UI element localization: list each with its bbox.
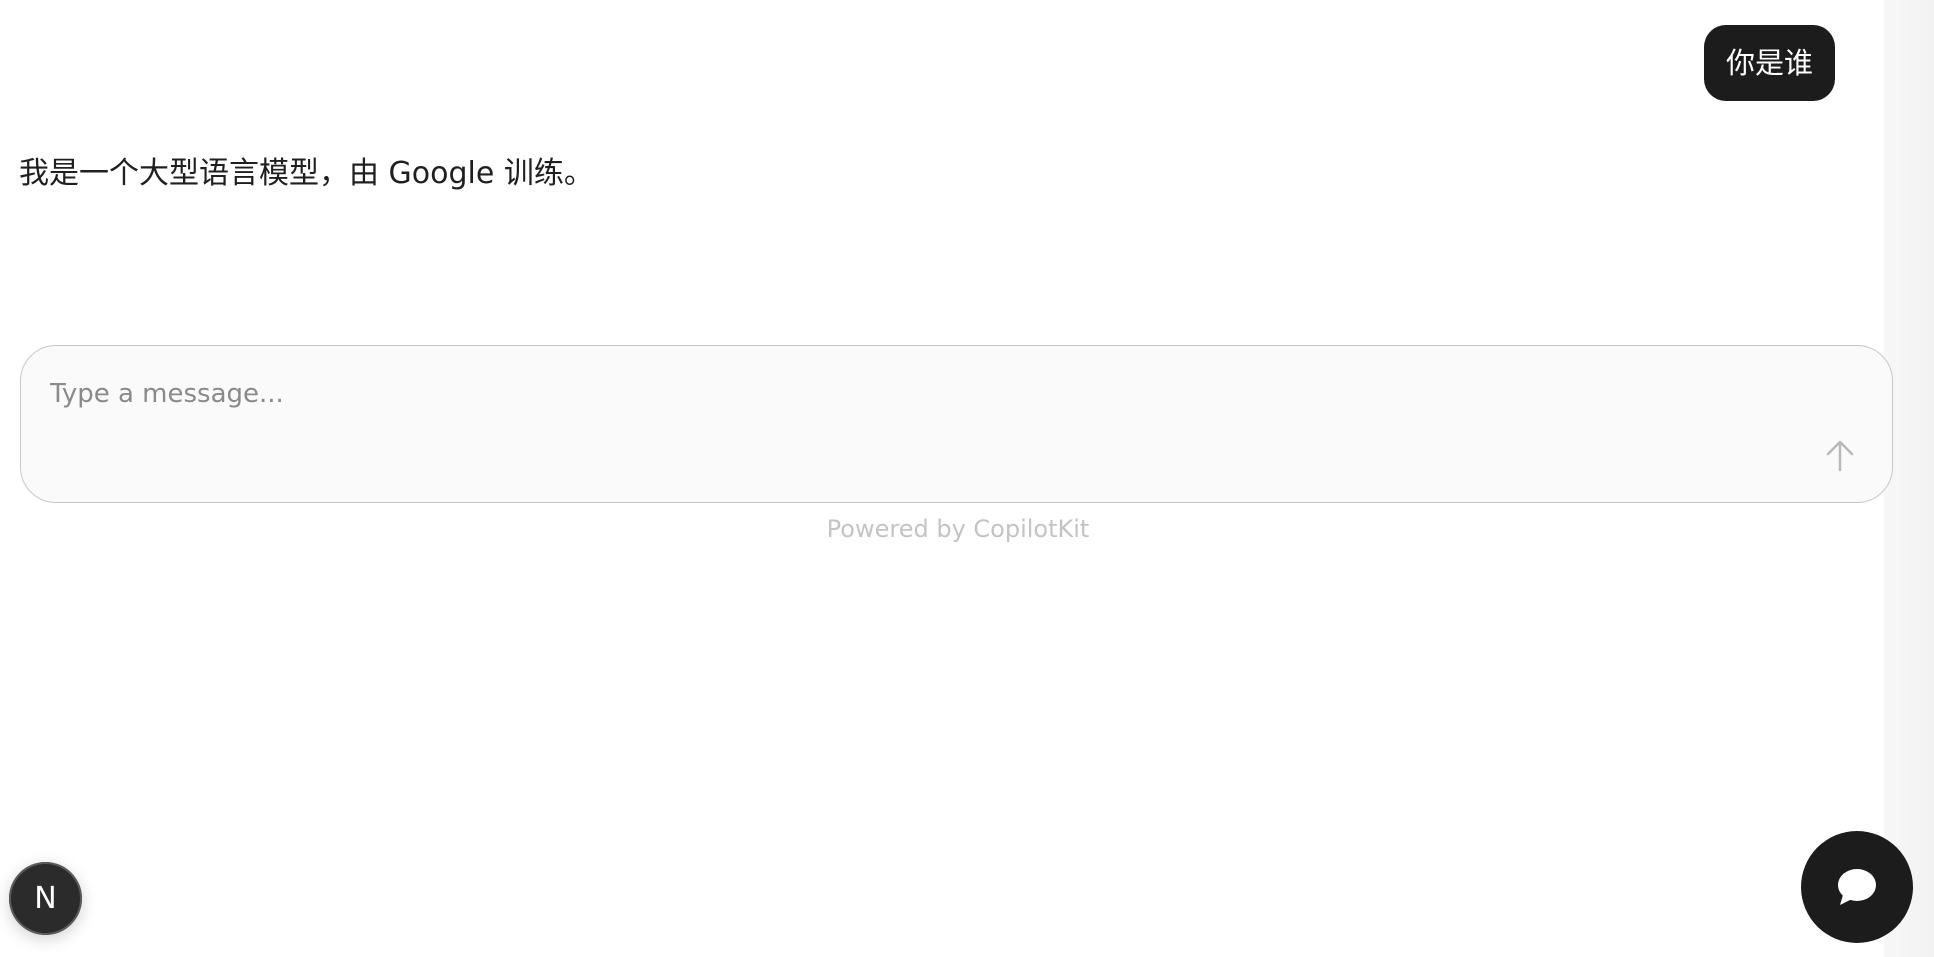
assistant-message: 我是一个大型语言模型，由 Google 训练。: [19, 156, 594, 191]
sidebar-edge: [1884, 0, 1934, 957]
chat-bubble-icon: [1838, 869, 1876, 905]
chat-area: 你是谁 我是一个大型语言模型，由 Google 训练。 Powered by C…: [0, 0, 1893, 957]
chat-launcher-button[interactable]: [1801, 831, 1913, 943]
arrow-up-icon: [1826, 440, 1854, 472]
message-composer[interactable]: [20, 345, 1893, 503]
next-logo-icon: N: [34, 881, 57, 916]
nextjs-dev-badge[interactable]: N: [9, 862, 82, 935]
powered-by-footer: Powered by CopilotKit: [826, 515, 1090, 543]
user-message-bubble: 你是谁: [1703, 25, 1835, 101]
message-input[interactable]: [50, 374, 1790, 414]
send-button[interactable]: [1818, 434, 1862, 478]
chat-page: 你是谁 我是一个大型语言模型，由 Google 训练。 Powered by C…: [0, 0, 1934, 957]
